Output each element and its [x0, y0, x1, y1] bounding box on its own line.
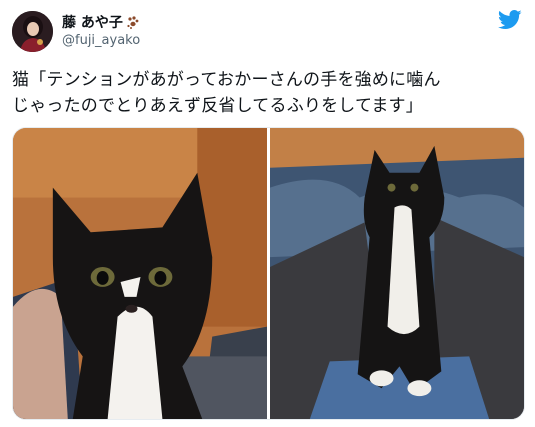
- user-handle[interactable]: @fuji_ayako: [62, 33, 140, 48]
- tweet-text: 猫「テンションがあがっておかーさんの手を強めに噛ん じゃったのでとりあえず反省し…: [12, 67, 524, 119]
- media-grid: [12, 127, 525, 420]
- tweet-text-line: じゃったのでとりあえず反省してるふりをしてます」: [12, 96, 423, 116]
- avatar[interactable]: [12, 11, 53, 52]
- photo-cat-on-lap[interactable]: [270, 128, 524, 419]
- tweet-text-line: 猫「テンションがあがっておかーさんの手を強めに噛ん: [12, 70, 441, 90]
- display-name[interactable]: 藤 あや子: [62, 12, 140, 32]
- tweet-card: 藤 あや子 @fuji_ayako 猫「テンションがあがっておかーさんの手を強め…: [0, 0, 535, 427]
- photo-cat-closeup[interactable]: [13, 128, 267, 419]
- paw-prints-icon: [126, 15, 140, 29]
- twitter-bird-icon[interactable]: [497, 10, 522, 30]
- display-name-text: 藤 あや子: [62, 15, 123, 31]
